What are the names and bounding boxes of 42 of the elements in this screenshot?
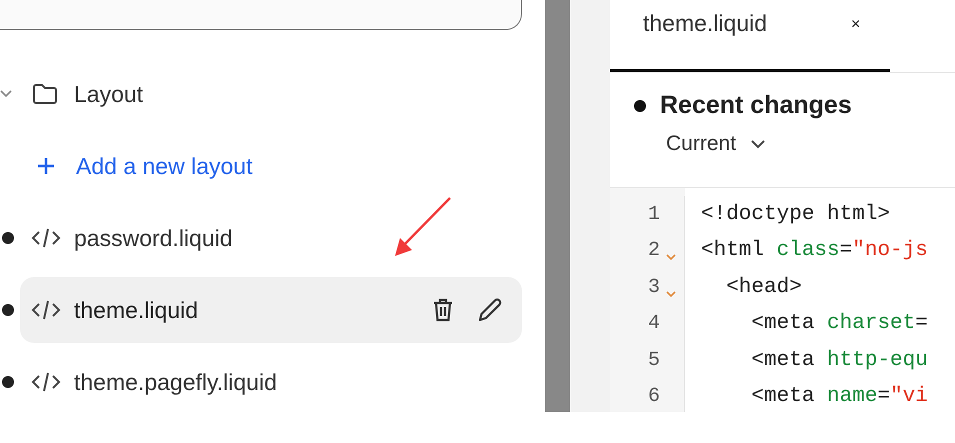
fold-chevron-icon[interactable]: [666, 290, 676, 298]
chevron-down-icon[interactable]: [0, 90, 12, 98]
search-field[interactable]: [0, 0, 522, 30]
code-line: <!doctype html>: [701, 202, 890, 226]
line-number: 6: [648, 385, 660, 408]
pencil-icon[interactable]: [476, 296, 504, 324]
trash-icon[interactable]: [432, 297, 454, 323]
plus-icon: [36, 156, 56, 176]
section-title: Recent changes: [660, 91, 852, 120]
code-icon: [30, 370, 62, 394]
close-icon[interactable]: ×: [851, 16, 860, 69]
code-line: <head>: [725, 276, 802, 299]
file-name: password.liquid: [74, 224, 233, 252]
code-icon: [30, 298, 62, 322]
line-number: 1: [648, 202, 660, 226]
line-number: 4: [648, 312, 660, 336]
line-number: 2: [648, 239, 660, 262]
folder-icon: [32, 83, 58, 105]
file-item[interactable]: password.liquid: [20, 205, 522, 271]
status-dot-icon: [634, 100, 646, 112]
code-line: <meta charset=: [750, 312, 928, 336]
bullet-icon: [2, 232, 14, 244]
fold-chevron-icon[interactable]: [666, 254, 676, 262]
add-layout-link[interactable]: Add a new layout: [0, 130, 545, 202]
bullet-icon: [2, 304, 14, 316]
file-name: theme.pagefly.liquid: [74, 368, 277, 396]
file-tab[interactable]: theme.liquid ×: [610, 0, 890, 72]
file-item[interactable]: theme.pagefly.liquid: [20, 349, 522, 415]
splitter-handle[interactable]: [545, 0, 570, 412]
line-number: 5: [648, 348, 660, 372]
code-icon: [30, 226, 62, 250]
annotation-arrow: [393, 196, 453, 258]
chevron-down-icon: [750, 139, 766, 149]
code-line: <meta name="vi: [750, 385, 928, 408]
line-number: 3: [648, 276, 660, 299]
bullet-icon: [2, 376, 14, 388]
folder-label[interactable]: Layout: [74, 80, 144, 108]
version-dropdown[interactable]: Current: [666, 132, 766, 156]
code-line: <meta http-equ: [750, 348, 928, 372]
code-line: <html class="no-js: [701, 239, 928, 262]
file-item[interactable]: theme.liquid: [20, 277, 522, 343]
file-name: theme.liquid: [74, 296, 198, 324]
